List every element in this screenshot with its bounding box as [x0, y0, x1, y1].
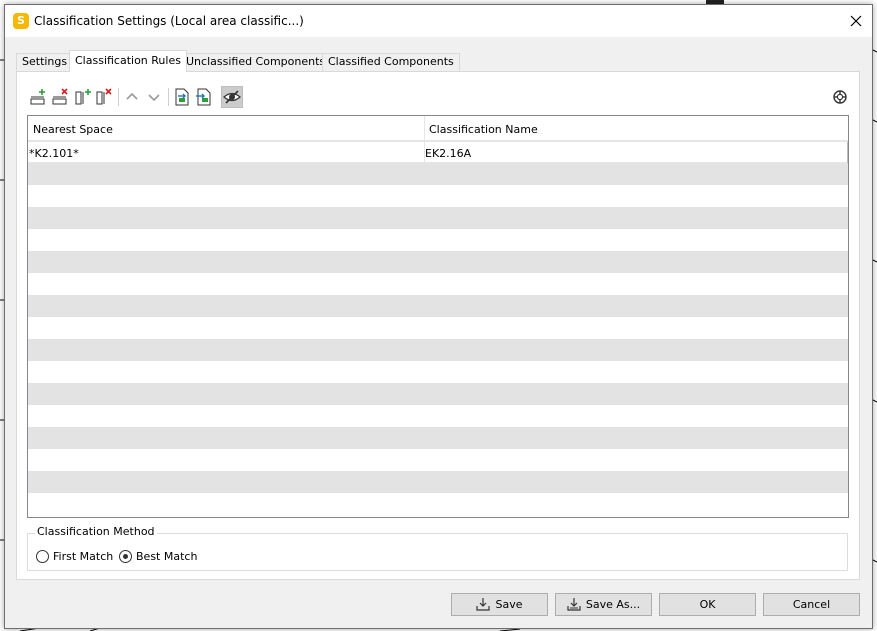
empty-row	[28, 295, 848, 317]
hide-eye-icon	[223, 90, 241, 104]
title-bar: S Classification Settings (Local area cl…	[5, 5, 872, 37]
save-button[interactable]: Save	[451, 593, 548, 616]
delete-column-button[interactable]	[94, 87, 114, 107]
rules-toolbar	[27, 85, 852, 109]
empty-row	[28, 471, 848, 493]
empty-row	[28, 493, 848, 515]
window-title: Classification Settings (Local area clas…	[34, 14, 304, 28]
hide-toggle-button[interactable]	[221, 86, 243, 108]
rules-grid: Nearest Space Classification Name *K2.10…	[27, 115, 849, 518]
close-button[interactable]	[844, 9, 868, 33]
delete-column-icon	[96, 88, 112, 105]
tab-classification-rules[interactable]: Classification Rules	[69, 50, 187, 72]
delete-row-icon	[52, 88, 68, 105]
help-button[interactable]	[830, 87, 850, 107]
empty-row	[28, 361, 848, 383]
app-logo-icon: S	[13, 13, 29, 29]
column-header-classification-name[interactable]: Classification Name	[424, 116, 538, 140]
classification-settings-dialog: S Classification Settings (Local area cl…	[4, 4, 873, 629]
export-icon	[175, 88, 189, 106]
add-row-button[interactable]	[29, 87, 49, 107]
classification-method-label: Classification Method	[35, 525, 157, 538]
import-button[interactable]	[194, 87, 214, 107]
import-icon	[196, 88, 211, 106]
move-up-button[interactable]	[122, 87, 142, 107]
toolbar-separator	[118, 88, 119, 106]
classification-method-group: Classification Method First Match Best M…	[27, 525, 848, 571]
cancel-button[interactable]: Cancel	[763, 593, 860, 616]
save-as-download-icon	[567, 597, 581, 611]
empty-row	[28, 317, 848, 339]
empty-row	[28, 185, 848, 207]
move-up-icon	[126, 92, 138, 100]
empty-row	[28, 273, 848, 295]
empty-row	[28, 207, 848, 229]
first-match-label: First Match	[53, 550, 114, 563]
empty-row	[28, 449, 848, 471]
cancel-button-label: Cancel	[792, 598, 831, 611]
cell-classification-name[interactable]: EK2.16A	[424, 142, 848, 164]
tab-unclassified-components[interactable]: Unclassified Components	[180, 53, 332, 71]
toolbar-separator	[168, 88, 169, 106]
empty-row	[28, 229, 848, 251]
radio-checked-icon	[119, 550, 132, 563]
ok-button[interactable]: OK	[659, 593, 756, 616]
cell-nearest-space[interactable]: *K2.101*	[28, 142, 424, 164]
grid-header: Nearest Space Classification Name	[28, 116, 848, 141]
help-lifebuoy-icon	[833, 90, 847, 104]
ok-button-label: OK	[699, 598, 716, 611]
tab-classified-components[interactable]: Classified Components	[322, 53, 460, 71]
column-header-nearest-space[interactable]: Nearest Space	[28, 116, 113, 140]
empty-row	[28, 405, 848, 427]
empty-row	[28, 383, 848, 405]
save-button-label: Save	[495, 598, 523, 611]
empty-row	[28, 163, 848, 185]
radio-unchecked-icon	[36, 550, 49, 563]
tab-settings[interactable]: Settings	[16, 53, 74, 71]
save-as-button[interactable]: Save As...	[555, 593, 652, 616]
table-row[interactable]: *K2.101* EK2.16A	[28, 141, 848, 164]
export-button[interactable]	[172, 87, 192, 107]
close-icon	[850, 15, 862, 27]
empty-row	[28, 251, 848, 273]
save-as-button-label: Save As...	[585, 598, 641, 611]
add-column-icon	[75, 89, 91, 105]
move-down-icon	[148, 94, 160, 102]
add-column-button[interactable]	[73, 87, 93, 107]
classification-rules-panel: Nearest Space Classification Name *K2.10…	[16, 71, 860, 580]
add-row-icon	[30, 89, 45, 105]
empty-row	[28, 339, 848, 361]
save-download-icon	[476, 597, 491, 611]
best-match-label: Best Match	[136, 550, 198, 563]
delete-row-button[interactable]	[51, 87, 71, 107]
move-down-button[interactable]	[144, 87, 164, 107]
empty-row	[28, 427, 848, 449]
